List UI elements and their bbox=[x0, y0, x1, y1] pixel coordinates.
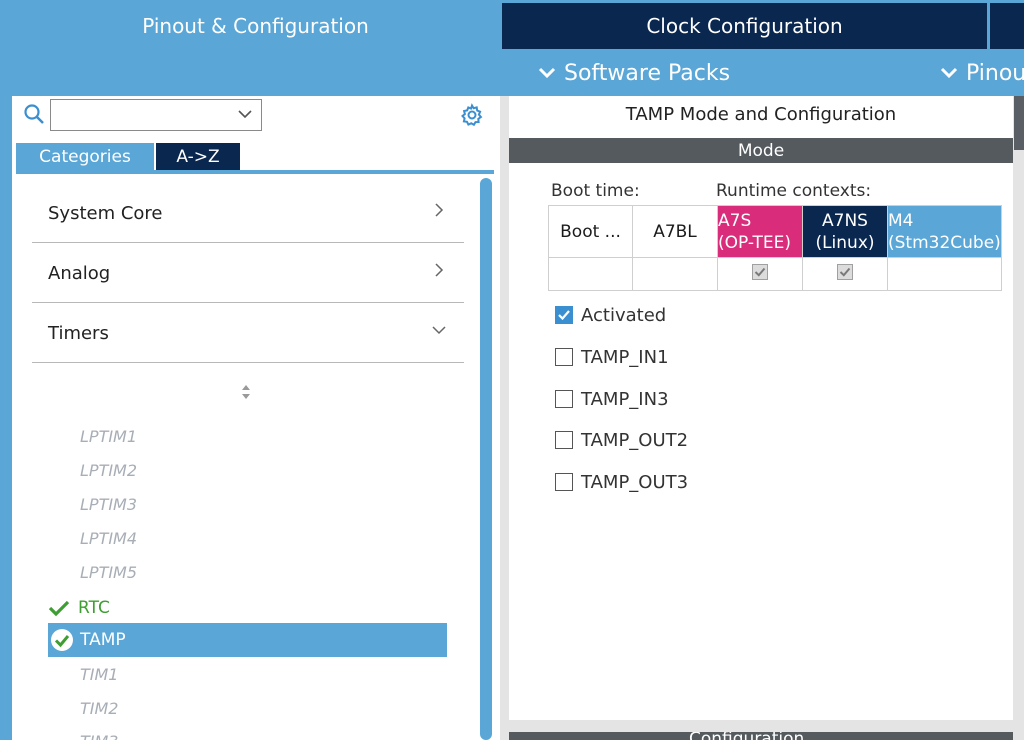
context-a7bl: A7BL bbox=[632, 205, 718, 258]
gear-icon[interactable] bbox=[460, 103, 484, 127]
peripheral-label: TAMP bbox=[80, 630, 126, 650]
search-input[interactable] bbox=[50, 99, 262, 131]
left-panel: Categories A->Z System Core Analog Timer… bbox=[12, 96, 498, 740]
peripheral-tim1[interactable]: TIM1 bbox=[80, 665, 118, 684]
context-boot: Boot ... bbox=[548, 205, 633, 258]
pinout-menu[interactable]: Pinout bbox=[940, 56, 1024, 90]
configuration-label: Configuration bbox=[689, 732, 804, 740]
context-a7s: A7S (OP-TEE) bbox=[717, 205, 803, 258]
peripheral-tim2[interactable]: TIM2 bbox=[80, 699, 118, 718]
context-a7ns-cell bbox=[802, 257, 888, 291]
boot-time-label: Boot time: bbox=[551, 181, 640, 201]
context-a7ns-name: A7NS bbox=[822, 210, 868, 231]
peripheral-lptim3[interactable]: LPTIM3 bbox=[80, 495, 137, 514]
tamp-out3-checkbox[interactable] bbox=[555, 473, 573, 491]
check-circle-icon bbox=[51, 629, 73, 651]
peripheral-lptim4[interactable]: LPTIM4 bbox=[80, 529, 137, 548]
option-tamp-out3[interactable]: TAMP_OUT3 bbox=[555, 470, 688, 494]
tab-a-to-z[interactable]: A->Z bbox=[156, 143, 240, 171]
option-label: TAMP_OUT3 bbox=[581, 471, 689, 493]
chevron-down-icon[interactable] bbox=[237, 106, 253, 122]
context-a7ns-sub: (Linux) bbox=[815, 232, 875, 253]
activated-checkbox[interactable] bbox=[555, 306, 573, 324]
scrollbar[interactable] bbox=[480, 178, 492, 740]
context-a7s-name: A7S bbox=[718, 210, 752, 231]
pinout-menu-label: Pinout bbox=[966, 60, 1024, 86]
tamp-in1-checkbox[interactable] bbox=[555, 348, 573, 366]
chevron-right-icon bbox=[435, 203, 444, 217]
software-packs-label: Software Packs bbox=[564, 60, 731, 86]
option-activated[interactable]: Activated bbox=[555, 303, 666, 327]
context-a7bl-label: A7BL bbox=[653, 221, 697, 242]
context-check-row bbox=[548, 257, 1002, 291]
peripheral-tim3[interactable]: TIM3 bbox=[80, 732, 118, 740]
chevron-down-icon bbox=[940, 67, 958, 79]
tamp-in3-checkbox[interactable] bbox=[555, 390, 573, 408]
tab-pinout-configuration[interactable]: Pinout & Configuration bbox=[12, 3, 499, 49]
context-m4-name: M4 bbox=[888, 210, 914, 231]
chevron-down-icon bbox=[432, 326, 446, 335]
context-table: Boot ... A7BL A7S (OP-TEE) A7NS (Linux) … bbox=[548, 205, 1002, 291]
sort-icon[interactable] bbox=[239, 382, 253, 402]
option-tamp-in1[interactable]: TAMP_IN1 bbox=[555, 345, 669, 369]
option-tamp-in3[interactable]: TAMP_IN3 bbox=[555, 387, 669, 411]
context-a7s-sub: (OP-TEE) bbox=[718, 232, 791, 253]
runtime-contexts-label: Runtime contexts: bbox=[716, 181, 872, 201]
option-label: TAMP_IN3 bbox=[581, 388, 669, 410]
tab-underline bbox=[16, 170, 494, 174]
context-boot-cell bbox=[548, 257, 633, 291]
configuration-section-header[interactable]: Configuration bbox=[509, 732, 1013, 740]
option-label: Activated bbox=[581, 304, 667, 326]
panel-divider-handle[interactable] bbox=[1014, 96, 1024, 150]
tamp-out2-checkbox[interactable] bbox=[555, 431, 573, 449]
category-analog[interactable]: Analog bbox=[32, 243, 464, 303]
category-timers[interactable]: Timers bbox=[32, 303, 464, 363]
peripheral-tamp[interactable]: TAMP bbox=[48, 623, 447, 657]
chevron-down-icon bbox=[538, 67, 556, 79]
category-label: System Core bbox=[48, 203, 163, 224]
tab-overflow[interactable] bbox=[990, 3, 1024, 49]
category-label: Analog bbox=[48, 263, 111, 284]
context-m4-sub: (Stm32Cube) bbox=[888, 232, 1001, 253]
peripheral-label: RTC bbox=[78, 598, 110, 618]
context-boot-label: Boot ... bbox=[560, 221, 621, 242]
context-a7s-cell bbox=[717, 257, 803, 291]
left-edge-strip bbox=[0, 0, 12, 740]
context-a7ns: A7NS (Linux) bbox=[802, 205, 888, 258]
software-packs-menu[interactable]: Software Packs bbox=[538, 56, 730, 90]
option-label: TAMP_IN1 bbox=[581, 346, 669, 368]
tab-categories[interactable]: Categories bbox=[16, 143, 154, 171]
tab-clock-configuration[interactable]: Clock Configuration bbox=[502, 3, 987, 49]
peripheral-rtc[interactable]: RTC bbox=[48, 596, 110, 620]
context-a7bl-cell bbox=[632, 257, 718, 291]
option-tamp-out2[interactable]: TAMP_OUT2 bbox=[555, 428, 688, 452]
mode-section-header[interactable]: Mode bbox=[509, 138, 1013, 163]
category-system-core[interactable]: System Core bbox=[32, 183, 464, 243]
category-label: Timers bbox=[48, 323, 109, 344]
panel-title: TAMP Mode and Configuration bbox=[625, 104, 897, 125]
peripheral-lptim5[interactable]: LPTIM5 bbox=[80, 563, 137, 582]
context-header-row: Boot ... A7BL A7S (OP-TEE) A7NS (Linux) … bbox=[548, 205, 1002, 258]
a7s-context-checkbox[interactable] bbox=[752, 263, 768, 280]
peripheral-lptim1[interactable]: LPTIM1 bbox=[80, 427, 137, 446]
peripheral-lptim2[interactable]: LPTIM2 bbox=[80, 461, 137, 480]
search-icon[interactable] bbox=[23, 103, 45, 125]
check-icon bbox=[48, 600, 70, 617]
option-label: TAMP_OUT2 bbox=[581, 429, 689, 451]
context-m4: M4 (Stm32Cube) bbox=[887, 205, 1002, 258]
chevron-right-icon bbox=[435, 263, 444, 277]
a7ns-context-checkbox[interactable] bbox=[837, 263, 853, 280]
context-m4-cell bbox=[887, 257, 1002, 291]
